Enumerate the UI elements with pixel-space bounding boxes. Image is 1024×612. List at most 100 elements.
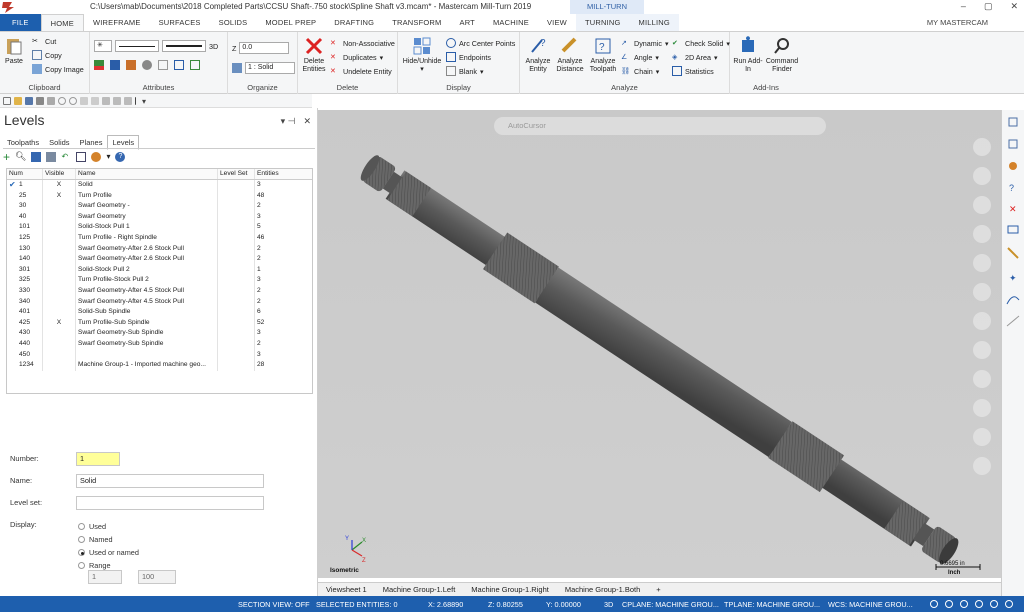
endpoints-button[interactable]: Endpoints (446, 52, 491, 62)
spline-shaft-model[interactable]: X Y Z Isometric 0.6695 in Inch (318, 110, 1001, 578)
delete-icon[interactable]: ✕ (1009, 204, 1017, 214)
wireframe-color-icon[interactable] (94, 60, 104, 70)
gear-icon[interactable] (91, 151, 102, 162)
viewsheet-tab[interactable]: Machine Group-1.Right (463, 585, 557, 594)
tplane-status[interactable]: TPLANE: MACHINE GROU... (724, 600, 820, 609)
number-field[interactable]: 1 (76, 452, 120, 466)
cube-outline-icon[interactable] (1008, 139, 1018, 149)
zoom-icon[interactable] (91, 96, 99, 105)
shaded-icon[interactable] (960, 600, 968, 608)
find-level-icon[interactable]: 🔍︎ (15, 151, 26, 162)
tab-solids[interactable]: SOLIDS (210, 14, 257, 31)
display-option-named[interactable]: Named (78, 535, 113, 544)
wire-icon[interactable] (975, 600, 983, 608)
range-to-field[interactable]: 100 (138, 570, 176, 584)
chevron-down-icon[interactable]: ▾ (106, 152, 110, 161)
print-icon[interactable] (36, 96, 44, 105)
copy-button[interactable]: Copy (32, 50, 62, 60)
column-header-name[interactable]: Name (76, 169, 218, 179)
viewsheet-tab[interactable]: Machine Group-1.Both (557, 585, 648, 594)
tab-model-prep[interactable]: MODEL PREP (256, 14, 325, 31)
top-view-icon[interactable] (973, 283, 991, 301)
table-row[interactable]: 330 Swarf Geometry-After 4.5 Stock Pull 2 (7, 285, 312, 297)
z-depth-field[interactable]: 0.0 (239, 42, 290, 54)
table-row[interactable]: 430 Swarf Geometry-Sub Spindle 3 (7, 328, 312, 339)
table-row[interactable]: 101 Solid-Stock Pull 1 5 (7, 222, 312, 233)
shading-icon[interactable] (973, 370, 991, 388)
layers-icon[interactable] (31, 151, 42, 162)
hide-unhide-button[interactable]: Hide/Unhide ▾ (402, 36, 442, 74)
question-icon[interactable]: ? (1009, 183, 1014, 193)
display-option-range[interactable]: Range (78, 561, 111, 570)
pin-icon[interactable]: ▾ ⊣ (281, 116, 296, 127)
name-field[interactable]: Solid (76, 474, 264, 488)
tab-view[interactable]: VIEW (538, 14, 576, 31)
zoom-in-icon[interactable] (973, 138, 991, 156)
column-header-num[interactable]: Num (7, 169, 43, 179)
tab-home[interactable]: HOME (40, 14, 84, 31)
statistics-button[interactable]: Statistics (672, 66, 714, 76)
table-row[interactable]: 301 Solid-Stock Pull 2 1 (7, 264, 312, 276)
table-row[interactable]: 450 3 (7, 349, 312, 361)
display-option-used[interactable]: Used (78, 522, 106, 531)
set-all-icon[interactable] (174, 60, 184, 70)
select-icon[interactable] (80, 96, 88, 105)
dynamic-button[interactable]: ↗ Dynamic ▾ (621, 38, 669, 48)
display-option-used-or-named[interactable]: Used or named (78, 548, 139, 557)
run-addin-button[interactable]: Run Add-In (733, 36, 763, 74)
wireframe-icon[interactable] (973, 399, 991, 417)
wcs-status[interactable]: WCS: MACHINE GROU... (828, 600, 913, 609)
chain-button[interactable]: ⛓ Chain ▾ (621, 66, 659, 76)
help-icon[interactable]: ? (115, 151, 126, 162)
undelete-entity-button[interactable]: ✕ Undelete Entity (330, 66, 392, 76)
solid-color-icon[interactable] (126, 60, 136, 70)
point-color-icon[interactable] (110, 60, 120, 70)
close-icon[interactable]: ✕ (1010, 1, 1018, 12)
right-view-icon[interactable] (973, 341, 991, 359)
radio-icon[interactable] (78, 562, 85, 569)
analyze-distance-button[interactable]: Analyze Distance (554, 36, 586, 74)
cut-button[interactable]: ✂ Cut (32, 36, 56, 46)
3d-mode-status[interactable]: 3D (604, 600, 613, 609)
paste-button[interactable]: Paste (4, 36, 24, 66)
table-row[interactable]: 1234 Machine Group-1 - Imported machine g… (7, 360, 312, 371)
table-row[interactable]: 440 Swarf Geometry-Sub Spindle 2 (7, 338, 312, 350)
check-solid-button[interactable]: ✔ Check Solid ▾ (672, 38, 730, 48)
view-icon[interactable] (124, 96, 132, 105)
minimize-icon[interactable]: – (961, 1, 966, 12)
globe-icon[interactable] (930, 600, 938, 608)
clear-icon[interactable] (973, 457, 991, 475)
duplicates-button[interactable]: ✕ Duplicates ▾ (330, 52, 383, 62)
table-row[interactable]: 325 Turn Profile-Stock Pull 2 3 (7, 275, 312, 286)
material-icon[interactable] (142, 60, 152, 70)
gear-icon[interactable] (1009, 162, 1017, 170)
pan-icon[interactable] (973, 167, 991, 185)
cplane-status[interactable]: CPLANE: MACHINE GROU... (622, 600, 719, 609)
spline-icon[interactable] (1006, 296, 1020, 305)
fit-view-icon[interactable] (973, 225, 991, 243)
fit-icon[interactable] (102, 96, 110, 105)
maximize-icon[interactable]: ▢ (984, 1, 993, 12)
selected-entities-status[interactable]: SELECTED ENTITIES: 0 (316, 600, 398, 609)
2d-area-button[interactable]: ◈ 2D Area ▾ (672, 52, 718, 62)
copy-image-button[interactable]: Copy Image (32, 64, 84, 74)
level-select[interactable]: 1 : Solid (245, 62, 295, 74)
table-row[interactable]: 125 Turn Profile - Right Spindle 46 (7, 232, 312, 244)
point-style-select[interactable]: ✳ 3D (94, 40, 218, 52)
calculator-icon[interactable] (76, 151, 87, 162)
column-header-visible[interactable]: Visible (43, 169, 76, 179)
save-icon[interactable] (25, 96, 33, 105)
3d-mode-toggle[interactable]: 3D (209, 42, 218, 51)
tab-turning[interactable]: TURNING (575, 14, 630, 31)
analyze-toolpath-button[interactable]: ? Analyze Toolpath (587, 36, 619, 74)
radio-icon[interactable] (78, 549, 85, 556)
table-row[interactable]: 130 Swarf Geometry-After 2.6 Stock Pull 2 (7, 243, 312, 255)
radio-icon[interactable] (78, 523, 85, 530)
tab-file[interactable]: FILE (0, 14, 41, 31)
radio-icon[interactable] (78, 536, 85, 543)
hidden-icon[interactable] (990, 600, 998, 608)
tab-surfaces[interactable]: SURFACES (150, 14, 210, 31)
tab-machine[interactable]: MACHINE (484, 14, 538, 31)
clear-colors-icon[interactable] (158, 60, 168, 70)
repaint-icon[interactable] (113, 96, 121, 105)
